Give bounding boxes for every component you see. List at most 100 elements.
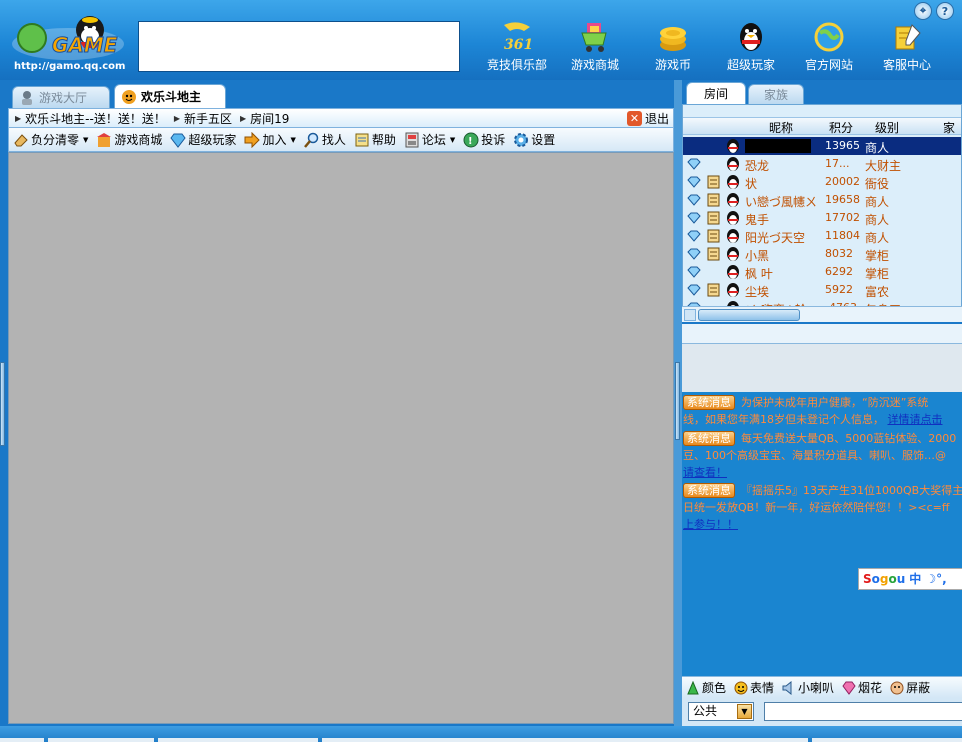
avatar[interactable] (725, 192, 741, 208)
game-table-area[interactable] (8, 152, 674, 724)
tab-family[interactable]: 家族 (748, 84, 804, 104)
game-card-icon (707, 193, 720, 207)
player-row[interactable]: 恐龙 17... 大财主 (683, 155, 961, 173)
nav-label: 官方网站 (804, 58, 853, 72)
splitter-handle[interactable] (675, 362, 680, 440)
player-name: 状 (745, 177, 758, 191)
dropdown-arrow-icon[interactable]: ▼ (83, 136, 88, 144)
fireworks-button[interactable]: 烟花 (842, 679, 882, 696)
color-a-icon (686, 680, 700, 695)
avatar[interactable] (725, 228, 741, 244)
player-row[interactable]: い戀づ風幰ㄨ 19658 商人 (683, 191, 961, 209)
clear-negative-score-button[interactable]: 负分清零 ▼ (13, 131, 88, 148)
scroll-left-button[interactable] (684, 309, 696, 321)
small-horn-button[interactable]: 小喇叭 (782, 679, 834, 696)
col-score[interactable]: 积分 (829, 119, 853, 136)
channel-select[interactable]: 公共 ▼ (688, 702, 754, 721)
dropdown-arrow-icon[interactable]: ▼ (450, 136, 455, 144)
avatar[interactable] (725, 264, 741, 280)
nav-official-site[interactable]: 官方网站 (790, 20, 868, 76)
left-collapse-handle[interactable] (0, 362, 5, 446)
chevron-down-icon[interactable]: ▼ (737, 704, 752, 719)
player-row[interactable]: 鬼手 17702 商人 (683, 209, 961, 227)
player-name: 尘埃 (745, 285, 770, 299)
nav-game-mall[interactable]: 游戏商城 (556, 20, 634, 76)
forum-button[interactable]: 论坛 ▼ (404, 131, 455, 148)
player-row[interactable]: 状 20002 衙役 (683, 173, 961, 191)
avatar[interactable] (725, 282, 741, 298)
find-person-button[interactable]: 找人 (303, 131, 346, 148)
player-row[interactable]: 小黑 8032 掌柜 (683, 245, 961, 263)
diamond-icon (687, 248, 701, 260)
complaint-icon: ! (463, 132, 479, 148)
emoticon-button[interactable]: 表情 (734, 679, 774, 696)
side-panel: 房间 家族 昵称 积分 级别 家族 13965商人恐龙17...大财主状2000… (682, 80, 962, 726)
trophy-361-icon: 361° (499, 20, 535, 54)
col-nickname[interactable]: 昵称 (769, 119, 793, 136)
nav-super-player[interactable]: 超级玩家 (712, 20, 790, 76)
ad-banner[interactable] (138, 21, 460, 72)
avatar[interactable] (725, 138, 741, 154)
scrollbar-thumb[interactable] (698, 309, 800, 321)
breadcrumb-room[interactable]: ▶ 房间19 (240, 110, 289, 127)
player-row[interactable]: 尘埃 5922 富农 (683, 281, 961, 299)
col-level[interactable]: 级别 (875, 119, 899, 136)
nav-competition-club[interactable]: 361° 竞技俱乐部 (478, 20, 556, 76)
game-card-icon (707, 175, 720, 189)
nav-service-center[interactable]: 客服中心 (868, 20, 946, 76)
avatar[interactable] (725, 210, 741, 226)
qq-game-logo[interactable]: GAME http://gamo.qq.com (10, 8, 128, 74)
sogou-ime-bar[interactable]: Sogou 中 ☽°, (858, 568, 962, 590)
player-row[interactable]: 13965 商人 (683, 137, 961, 155)
menu-icon[interactable]: ⌖ (914, 2, 932, 20)
sogou-logo: Sogou (863, 571, 906, 586)
super-player-button[interactable]: 超级玩家 (170, 131, 236, 148)
message-link[interactable]: 上参与！！ (683, 518, 738, 531)
dropdown-arrow-icon[interactable]: ▼ (290, 136, 295, 144)
ime-mode[interactable]: 中 (909, 571, 921, 588)
tab-doudizhu[interactable]: 欢乐斗地主 (114, 84, 226, 108)
tab-room[interactable]: 房间 (686, 82, 746, 104)
breadcrumb-zone[interactable]: ▶ 新手五区 (174, 110, 232, 127)
svg-text:361°: 361° (504, 37, 534, 53)
exit-button[interactable]: ✕ 退出 (626, 110, 669, 127)
player-list-scrollbar[interactable] (682, 306, 962, 322)
game-card-icon (707, 211, 720, 225)
block-button[interactable]: 屏蔽 (890, 679, 930, 696)
settings-button[interactable]: 设置 (513, 131, 555, 148)
tab-game-lobby[interactable]: 游戏大厅 (12, 86, 110, 108)
system-message-badge: 系统消息 (683, 483, 735, 498)
moon-icon[interactable]: ☽°, (925, 571, 946, 588)
game-card-icon (707, 229, 720, 243)
game-mall-button[interactable]: 游戏商城 (96, 131, 162, 148)
chevron-right-icon: ▶ (15, 113, 22, 123)
status-bar (0, 726, 962, 742)
svg-text:!: ! (468, 136, 473, 147)
nav-label: 游戏商城 (570, 58, 619, 72)
join-button[interactable]: 加入 ▼ (244, 131, 296, 148)
panel-splitter[interactable] (674, 80, 682, 726)
help-icon[interactable]: ? (936, 2, 954, 20)
globe-icon (811, 20, 847, 54)
player-level: 商人 (865, 195, 890, 209)
ad-area (682, 344, 962, 392)
complaint-button[interactable]: ! 投诉 (463, 131, 505, 148)
nav-game-coin[interactable]: 游戏币 (634, 20, 712, 76)
player-score: 8032 (825, 247, 853, 260)
avatar[interactable] (725, 156, 741, 172)
help-button[interactable]: 帮助 (354, 131, 396, 148)
avatar[interactable] (725, 246, 741, 262)
player-row[interactable]: 阳光づ天空 11804 商人 (683, 227, 961, 245)
breadcrumb-game[interactable]: ▶ 欢乐斗地主--送！送！送！ (15, 110, 166, 127)
message-link[interactable]: 请查看！ (683, 466, 727, 479)
shopping-cart-icon (577, 20, 613, 54)
player-level: 大财主 (865, 159, 902, 173)
message-link[interactable]: 详情请点击 (888, 413, 943, 426)
tab-label: 欢乐斗地主 (141, 90, 202, 104)
chat-input[interactable] (764, 702, 962, 721)
player-row[interactable]: 枫 叶 6292 掌柜 (683, 263, 961, 281)
avatar[interactable] (725, 174, 741, 190)
game-card-icon (707, 247, 720, 261)
color-button[interactable]: 颜色 (686, 679, 726, 696)
player-level: 商人 (865, 213, 890, 227)
